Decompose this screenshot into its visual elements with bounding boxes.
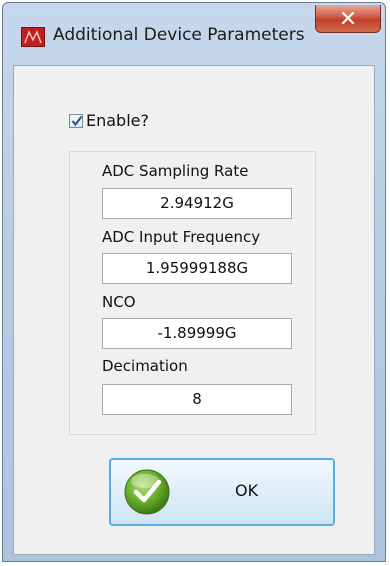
ok-button-label: OK bbox=[235, 481, 259, 500]
checkmark-icon bbox=[71, 115, 83, 126]
enable-checkbox[interactable] bbox=[69, 113, 83, 128]
adc-input-frequency-input[interactable]: 1.95999188G bbox=[102, 253, 292, 284]
nco-label: NCO bbox=[102, 293, 136, 311]
nco-input[interactable]: -1.89999G bbox=[102, 318, 292, 349]
parameters-group: ADC Sampling Rate 2.94912G ADC Input Fre… bbox=[69, 151, 316, 435]
enable-checkbox-label: Enable? bbox=[86, 111, 149, 130]
title-bar[interactable]: Additional Device Parameters bbox=[3, 3, 385, 65]
decimation-label: Decimation bbox=[102, 357, 188, 375]
dialog-client-area: Enable? ADC Sampling Rate 2.94912G ADC I… bbox=[13, 65, 375, 555]
window-title: Additional Device Parameters bbox=[53, 25, 305, 45]
close-button[interactable] bbox=[315, 5, 381, 33]
adc-sampling-rate-label: ADC Sampling Rate bbox=[102, 162, 249, 180]
adc-input-frequency-label: ADC Input Frequency bbox=[102, 228, 261, 246]
adc-sampling-rate-input[interactable]: 2.94912G bbox=[102, 188, 292, 219]
enable-checkbox-row[interactable]: Enable? bbox=[69, 111, 149, 130]
window-bottom-border bbox=[3, 555, 385, 563]
app-icon bbox=[21, 27, 45, 47]
close-x-icon bbox=[341, 12, 355, 24]
dialog-window: Additional Device Parameters Enable? ADC… bbox=[2, 2, 386, 562]
decimation-input[interactable]: 8 bbox=[102, 384, 292, 415]
green-check-icon bbox=[124, 469, 170, 515]
ok-button[interactable]: OK bbox=[109, 458, 335, 526]
